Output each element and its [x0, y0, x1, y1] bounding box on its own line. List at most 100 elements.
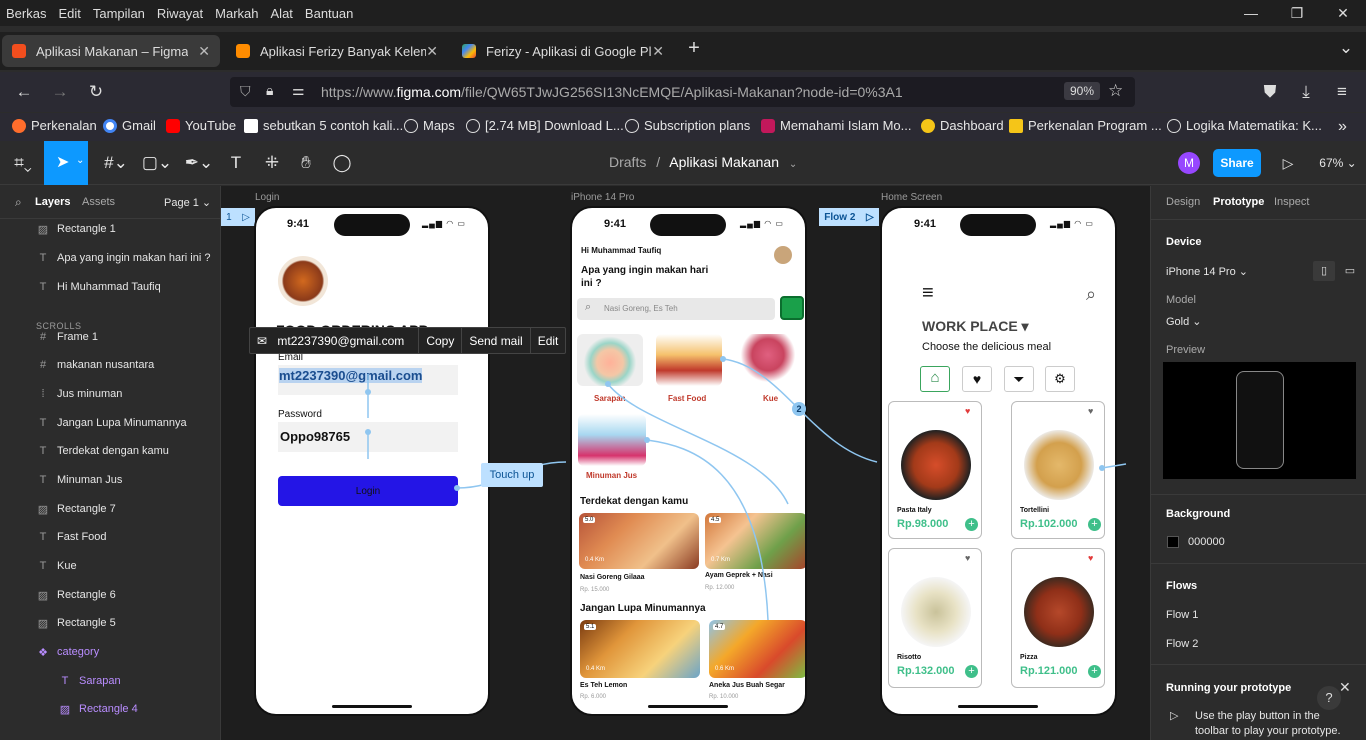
- bookmark-star-icon[interactable]: ☆: [1108, 81, 1123, 101]
- bookmark-maps[interactable]: Maps: [404, 118, 455, 133]
- layer-item[interactable]: T Kue: [0, 552, 220, 580]
- file-name[interactable]: Aplikasi Makanan: [669, 154, 779, 170]
- menu-markah[interactable]: Markah: [209, 6, 264, 21]
- model-select[interactable]: Gold ⌄: [1166, 315, 1202, 328]
- menu-edit[interactable]: Edit: [52, 6, 86, 21]
- page-selector[interactable]: Page 1 ⌄: [164, 196, 211, 209]
- tab-layers[interactable]: Layers: [35, 196, 70, 208]
- main-menu-icon[interactable]: ⌗⌄: [8, 151, 38, 175]
- hamburger-menu-icon[interactable]: ≡: [1330, 80, 1354, 104]
- more-bookmarks-icon[interactable]: »: [1338, 118, 1347, 136]
- layer-item[interactable]: T Jangan Lupa Minumannya: [0, 409, 220, 437]
- touch-up-trigger[interactable]: Touch up: [481, 463, 543, 487]
- bookmark-youtube[interactable]: YouTube: [166, 118, 236, 133]
- permissions-icon[interactable]: ⚌: [292, 82, 305, 99]
- help-button[interactable]: ?: [1317, 686, 1341, 710]
- layer-item[interactable]: ▨ Rectangle 7: [0, 495, 220, 523]
- send-mail-button[interactable]: Send mail: [462, 327, 531, 354]
- layer-item[interactable]: T Sarapan: [0, 667, 220, 695]
- back-icon[interactable]: ←: [12, 80, 36, 104]
- zoom-badge[interactable]: 90%: [1064, 82, 1101, 100]
- layer-item[interactable]: ▨ Rectangle 6: [0, 581, 220, 609]
- edit-button[interactable]: Edit: [531, 327, 566, 354]
- bookmark-program[interactable]: Perkenalan Program ...: [1009, 118, 1162, 133]
- layer-item[interactable]: T Fast Food: [0, 523, 220, 551]
- url-bar[interactable]: ⛉ 🔒︎ ⚌ https://www.figma.com/file/QW65TJ…: [230, 77, 1135, 107]
- layer-item[interactable]: ▨ Rectangle 4: [0, 695, 220, 723]
- restore-icon[interactable]: ❐: [1274, 0, 1320, 26]
- tab-list-chevron-icon[interactable]: ⌄: [1334, 36, 1358, 60]
- shape-tool-icon[interactable]: ▢⌄: [142, 151, 172, 175]
- new-tab-icon[interactable]: +: [682, 36, 706, 60]
- crumb-drafts[interactable]: Drafts: [609, 154, 646, 170]
- menu-riwayat[interactable]: Riwayat: [151, 6, 209, 21]
- layer-item[interactable]: T Terdekat dengan kamu: [0, 437, 220, 465]
- menu-bantuan[interactable]: Bantuan: [299, 6, 359, 21]
- close-tab-icon[interactable]: ✕: [652, 43, 664, 60]
- lock-icon[interactable]: 🔒︎: [266, 82, 273, 99]
- zoom-dropdown[interactable]: 67% ⌄: [1318, 151, 1358, 175]
- canvas[interactable]: Login iPhone 14 Pro Home Screen 1 ▷ Flow …: [221, 186, 1150, 740]
- text-tool-icon[interactable]: T: [226, 151, 246, 175]
- bookmark-gmail[interactable]: Gmail: [103, 118, 156, 133]
- move-tool[interactable]: ➤ ⌄: [44, 141, 88, 185]
- copy-button[interactable]: Copy: [419, 327, 463, 354]
- frame-tool-icon[interactable]: #⌄: [100, 151, 132, 175]
- pocket-icon[interactable]: ⛊: [1258, 80, 1282, 104]
- background-swatch[interactable]: [1167, 536, 1179, 548]
- bookmark-dashboard[interactable]: Dashboard: [921, 118, 1004, 133]
- close-tab-icon[interactable]: ✕: [426, 43, 438, 60]
- layer-item[interactable]: # makanan nusantara: [0, 351, 220, 379]
- bookmark-download[interactable]: [2.74 MB] Download L...: [466, 118, 624, 133]
- layer-item[interactable]: T Minuman Jus: [0, 466, 220, 494]
- flow-2-item[interactable]: Flow 2: [1166, 638, 1198, 650]
- search-icon[interactable]: ⌕: [15, 195, 22, 210]
- shield-icon[interactable]: ⛉: [240, 83, 251, 100]
- bookmark-perkenalan[interactable]: Perkenalan: [12, 118, 97, 133]
- email-link[interactable]: ✉ mt2237390@gmail.com: [250, 327, 420, 354]
- menu-tampilan[interactable]: Tampilan: [87, 6, 151, 21]
- flow-2-number-badge[interactable]: 2: [792, 402, 806, 416]
- close-window-icon[interactable]: ✕: [1320, 0, 1366, 26]
- close-tab-icon[interactable]: ✕: [198, 43, 210, 60]
- tab-google-play[interactable]: Ferizy - Aplikasi di Google Play ✕: [452, 35, 674, 67]
- tab-assets[interactable]: Assets: [82, 196, 115, 208]
- tab-inspect[interactable]: Inspect: [1274, 196, 1309, 208]
- bookmark-islam[interactable]: Memahami Islam Mo...: [761, 118, 911, 133]
- reload-icon[interactable]: ↻: [84, 80, 108, 104]
- layer-item[interactable]: # Frame 1: [0, 323, 220, 351]
- tab-design[interactable]: Design: [1166, 196, 1200, 208]
- background-hex[interactable]: 000000: [1188, 536, 1225, 548]
- resources-icon[interactable]: ⁜: [262, 151, 282, 175]
- download-icon[interactable]: ⤓: [1294, 80, 1318, 104]
- menu-alat[interactable]: Alat: [265, 6, 299, 21]
- hand-tool-icon[interactable]: ✋︎: [296, 151, 316, 175]
- layer-item[interactable]: ▨ Rectangle 1: [0, 215, 220, 243]
- forward-icon[interactable]: →: [48, 80, 72, 104]
- tab-prototype[interactable]: Prototype: [1213, 196, 1264, 208]
- minimize-icon[interactable]: —: [1228, 0, 1274, 26]
- layer-item[interactable]: T Hi Muhammad Taufiq: [0, 273, 220, 301]
- comment-tool-icon[interactable]: ◯: [332, 151, 352, 175]
- preview-heading: Preview: [1166, 344, 1206, 356]
- avatar[interactable]: M: [1178, 152, 1200, 174]
- bookmark-subscription[interactable]: Subscription plans: [625, 118, 750, 133]
- share-button[interactable]: Share: [1213, 149, 1261, 177]
- pen-tool-icon[interactable]: ✒⌄: [184, 151, 214, 175]
- layer-item[interactable]: ⁞ Jus minuman: [0, 380, 220, 408]
- chevron-down-icon[interactable]: ⌄: [789, 159, 797, 170]
- portrait-icon[interactable]: ▯: [1313, 261, 1335, 281]
- layer-item[interactable]: ▨ Rectangle 5: [0, 609, 220, 637]
- layer-item[interactable]: ❖ category: [0, 638, 220, 666]
- tab-ferizy-article[interactable]: Aplikasi Ferizy Banyak Kelemah ✕: [226, 35, 448, 67]
- flow-1-item[interactable]: Flow 1: [1166, 609, 1198, 621]
- landscape-icon[interactable]: ▭: [1339, 261, 1361, 281]
- layer-item[interactable]: T Apa yang ingin makan hari ini ?: [0, 244, 220, 272]
- tab-figma[interactable]: Aplikasi Makanan – Figma ✕: [2, 35, 220, 67]
- device-select[interactable]: iPhone 14 Pro ⌄: [1166, 265, 1248, 278]
- bookmark-logika[interactable]: Logika Matematika: K...: [1167, 118, 1322, 133]
- menu-berkas[interactable]: Berkas: [0, 6, 52, 21]
- close-icon[interactable]: ✕: [1339, 679, 1351, 696]
- present-play-icon[interactable]: ▷: [1280, 151, 1296, 175]
- bookmark-sebutkan[interactable]: sebutkan 5 contoh kali...: [244, 118, 403, 133]
